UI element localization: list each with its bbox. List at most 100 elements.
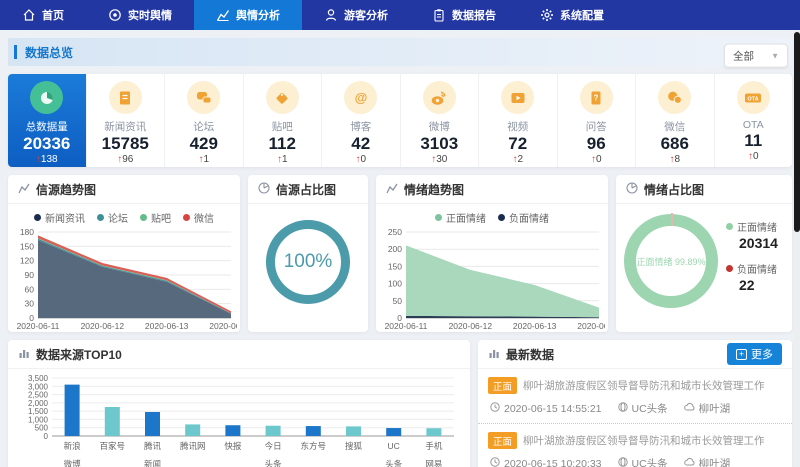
stat-card-tieba[interactable]: 贴吧 112 ↑1 xyxy=(244,74,323,167)
gear-icon xyxy=(540,8,554,22)
panel-sentiment-pie: 情绪占比图 正面情绪 99.89% 正面情绪 20314 负面情绪 22 xyxy=(616,175,792,332)
blog-icon: @ xyxy=(344,81,377,114)
globe-icon xyxy=(618,457,628,467)
panel-latest: 最新数据 + 更多 正面 柳叶湖旅游度假区领导督导防汛和城市长效管理工作 202… xyxy=(478,340,792,467)
stat-value: 72 xyxy=(479,134,557,154)
stat-card-total[interactable]: 总数据量 20336 ↑138 xyxy=(8,74,87,167)
news-title[interactable]: 柳叶湖旅游度假区领导督导防汛和城市长效管理工作 xyxy=(523,378,765,393)
svg-text:100: 100 xyxy=(388,279,402,289)
svg-text:1,000: 1,000 xyxy=(28,415,49,424)
svg-text:250: 250 xyxy=(388,227,402,237)
stat-label: 贴吧 xyxy=(244,119,322,134)
svg-text:50: 50 xyxy=(393,296,403,306)
svg-text:快报: 快报 xyxy=(224,441,242,451)
svg-text:3,500: 3,500 xyxy=(28,374,49,383)
legend-item[interactable]: 贴吧 xyxy=(140,210,171,225)
filter-dropdown[interactable]: 全部 ▼ xyxy=(724,44,788,68)
svg-text:手机: 手机 xyxy=(425,441,443,451)
stat-value: 42 xyxy=(322,134,400,154)
stat-delta: ↑1 xyxy=(244,154,322,165)
nav-item-home[interactable]: 首页 xyxy=(0,0,86,30)
stat-delta: ↑2 xyxy=(479,154,557,165)
chart-legend: 正面情绪负面情绪 xyxy=(376,210,608,225)
line-chart-icon xyxy=(386,182,398,197)
stat-value: 11 xyxy=(715,131,793,151)
stat-value: 429 xyxy=(165,134,243,154)
list-item[interactable]: 正面 柳叶湖旅游度假区领导督导防汛和城市长效管理工作 2020-06-15 10… xyxy=(478,424,792,467)
pie-chart-icon xyxy=(626,182,638,197)
panel-title: 信源趋势图 xyxy=(36,181,96,198)
svg-text:200: 200 xyxy=(388,244,402,254)
stat-card-qa[interactable]: ? 问答 96 ↑0 xyxy=(558,74,637,167)
scrollbar-track[interactable] xyxy=(794,30,800,467)
svg-text:@: @ xyxy=(354,90,367,105)
bar-chart-icon xyxy=(18,347,30,362)
stat-label: 问答 xyxy=(558,119,636,134)
qa-icon: ? xyxy=(580,81,613,114)
stat-delta: ↑30 xyxy=(401,154,479,165)
legend-item[interactable]: 负面情绪 22 xyxy=(726,261,778,293)
user-icon xyxy=(324,8,338,22)
nav-label: 实时舆情 xyxy=(128,7,172,23)
pie-icon xyxy=(30,81,63,114)
nav-item-report[interactable]: 数据报告 xyxy=(410,0,518,30)
stat-value: 20336 xyxy=(8,134,86,154)
stat-value: 686 xyxy=(636,134,714,154)
stat-card-news[interactable]: 新闻资讯 15785 ↑96 xyxy=(87,74,166,167)
scrollbar-thumb[interactable] xyxy=(794,32,800,232)
svg-text:2020-06-12: 2020-06-12 xyxy=(81,321,125,331)
sentiment-badge: 正面 xyxy=(488,432,517,449)
news-title[interactable]: 柳叶湖旅游度假区领导督导防汛和城市长效管理工作 xyxy=(523,433,765,448)
line-chart-icon xyxy=(18,182,30,197)
stat-card-blog[interactable]: @ 博客 42 ↑0 xyxy=(322,74,401,167)
svg-text:?: ? xyxy=(594,93,599,102)
nav-label: 系统配置 xyxy=(560,7,604,23)
stat-label: OTA xyxy=(715,119,793,131)
nav-label: 游客分析 xyxy=(344,7,388,23)
legend-item[interactable]: 负面情绪 xyxy=(498,210,549,225)
stat-cards-row: 总数据量 20336 ↑138 新闻资讯 15785 ↑96 论坛 429 ↑1… xyxy=(8,74,792,167)
donut-center-label: 100% xyxy=(284,251,333,273)
svg-text:2020-06-13: 2020-06-13 xyxy=(513,321,557,331)
legend-item[interactable]: 论坛 xyxy=(97,210,128,225)
stat-label: 微信 xyxy=(636,119,714,134)
video-icon xyxy=(501,81,534,114)
panel-title: 情绪占比图 xyxy=(644,181,704,198)
stat-value: 112 xyxy=(244,134,322,154)
svg-text:0: 0 xyxy=(44,432,49,441)
panel-title: 信源占比图 xyxy=(276,181,336,198)
legend-item[interactable]: 正面情绪 20314 xyxy=(726,219,778,251)
panel-title: 数据来源TOP10 xyxy=(36,346,122,363)
stat-card-ota[interactable]: OTA OTA 11 ↑0 xyxy=(715,74,793,167)
stat-value: 3103 xyxy=(401,134,479,154)
legend-item[interactable]: 微信 xyxy=(183,210,214,225)
clock-icon xyxy=(490,402,500,415)
clock-icon xyxy=(490,457,500,467)
nav-item-realtime[interactable]: 实时舆情 xyxy=(86,0,194,30)
site-icon xyxy=(684,402,695,415)
stat-card-video[interactable]: 视频 72 ↑2 xyxy=(479,74,558,167)
stat-label: 新闻资讯 xyxy=(87,119,165,134)
nav-item-analysis[interactable]: 舆情分析 xyxy=(194,0,302,30)
stat-delta: ↑8 xyxy=(636,154,714,165)
svg-text:2020-06-14: 2020-06-14 xyxy=(577,321,605,331)
nav-item-settings[interactable]: 系统配置 xyxy=(518,0,626,30)
news-source: UC头条 xyxy=(632,401,668,416)
stat-card-forum[interactable]: 论坛 429 ↑1 xyxy=(165,74,244,167)
stat-value: 15785 xyxy=(87,134,165,154)
chart-legend: 新闻资讯论坛贴吧微信 xyxy=(8,210,240,225)
svg-text:微博: 微博 xyxy=(64,459,82,467)
nav-item-visitor[interactable]: 游客分析 xyxy=(302,0,410,30)
weibo-icon xyxy=(423,81,456,114)
svg-text:2020-06-14: 2020-06-14 xyxy=(209,321,237,331)
svg-text:UC: UC xyxy=(388,441,400,451)
stat-card-wechat[interactable]: 微信 686 ↑8 xyxy=(636,74,715,167)
stat-card-weibo[interactable]: 微博 3103 ↑30 xyxy=(401,74,480,167)
more-button[interactable]: + 更多 xyxy=(727,343,782,365)
charts-row: 信源趋势图 新闻资讯论坛贴吧微信 03060901201501802020-06… xyxy=(8,175,792,332)
legend-item[interactable]: 新闻资讯 xyxy=(34,210,85,225)
panel-top10: 数据来源TOP10 05001,0001,5002,0002,5003,0003… xyxy=(8,340,470,467)
list-item[interactable]: 正面 柳叶湖旅游度假区领导督导防汛和城市长效管理工作 2020-06-15 14… xyxy=(478,369,792,424)
svg-text:东方号: 东方号 xyxy=(301,441,327,451)
legend-item[interactable]: 正面情绪 xyxy=(435,210,486,225)
